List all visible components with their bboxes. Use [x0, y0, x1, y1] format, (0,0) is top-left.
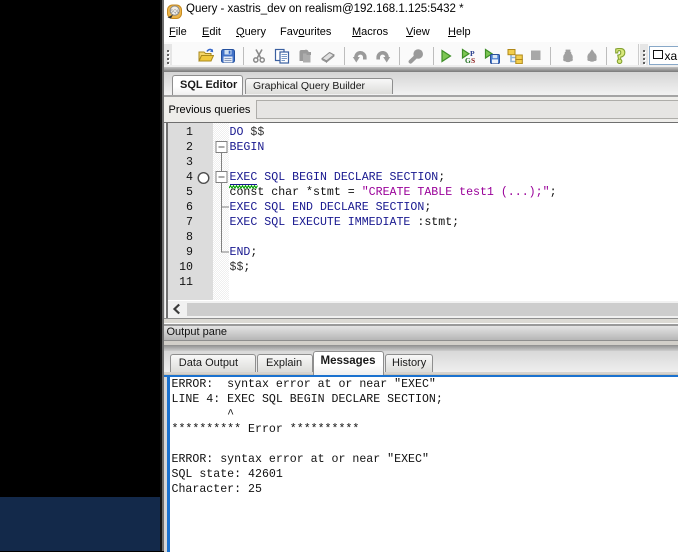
svg-text:S: S: [471, 56, 475, 64]
svg-text:SQL: SQL: [170, 9, 180, 14]
svg-text:?: ?: [614, 48, 625, 64]
